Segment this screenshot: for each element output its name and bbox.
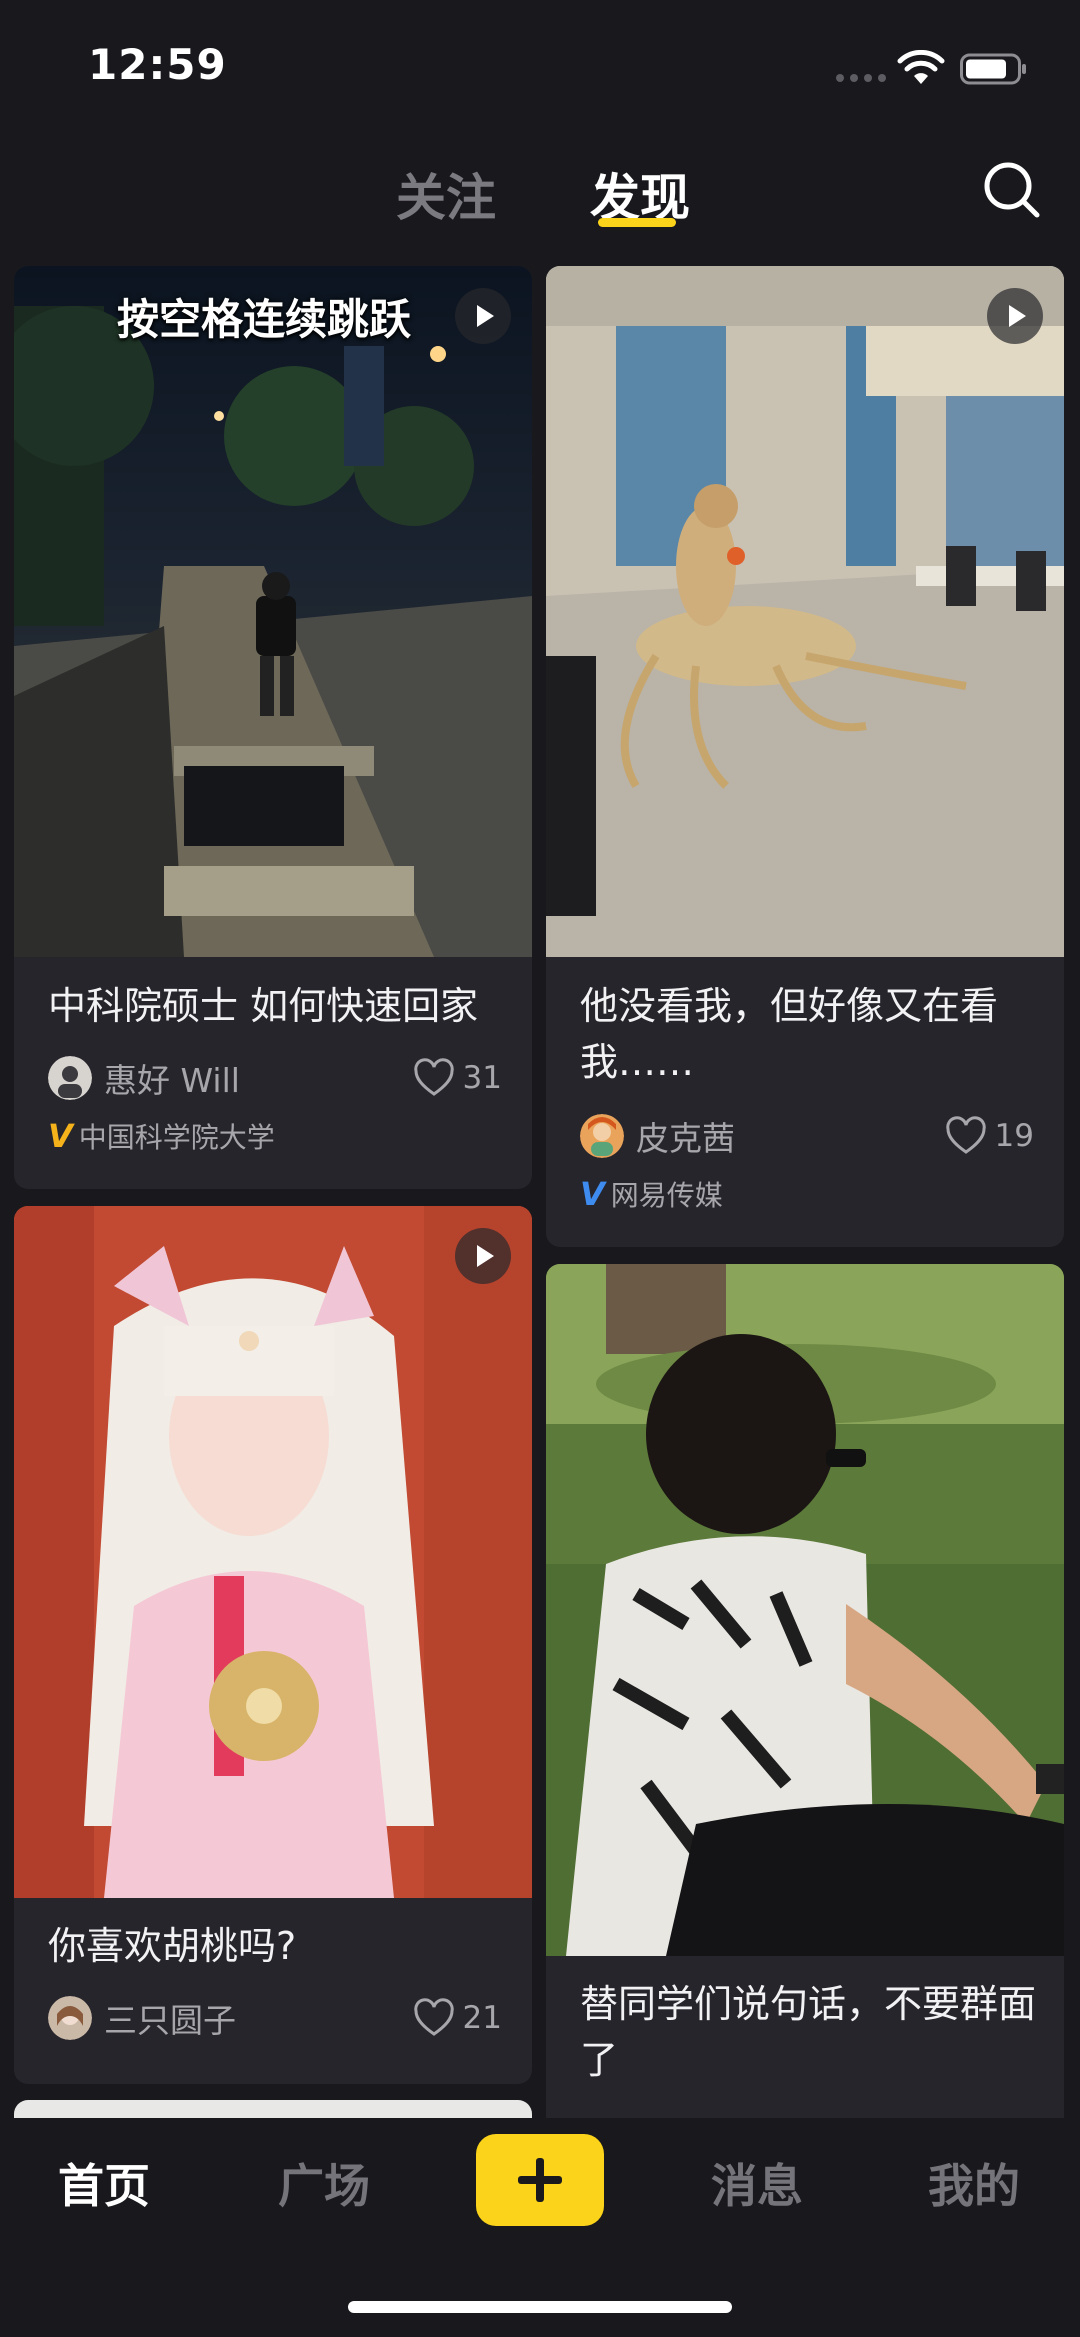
card-title[interactable]: 中科院硕士 如何快速回家 [48, 978, 508, 1034]
verified-org-row: V 网易传媒 [580, 1176, 723, 1212]
play-icon [455, 288, 511, 344]
verified-v-icon: V [580, 1175, 605, 1213]
like-button[interactable]: 31 [413, 1056, 502, 1100]
cosplay-image [14, 1206, 532, 1898]
feed-card[interactable]: 你喜欢胡桃吗? 三只圆子 21 [14, 1206, 532, 2084]
play-icon [455, 1228, 511, 1284]
card-title[interactable]: 替同学们说句话，不要群面了 [580, 1976, 1040, 2088]
nav-mine[interactable]: 我的 [928, 2150, 1020, 2216]
verified-org-name: 中国科学院大学 [78, 1121, 275, 1154]
video-thumbnail[interactable] [546, 266, 1064, 957]
verified-v-icon: V [48, 1117, 73, 1155]
feed-card[interactable]: 替同学们说句话，不要群面了 [546, 1264, 1064, 2164]
top-tabs: 关注 发现 [0, 150, 1080, 240]
heart-icon [945, 1116, 986, 1154]
boy-on-grass-image [546, 1264, 1064, 1956]
feed-card[interactable]: 他没看我，但好像又在看我…… 皮克茜 19 V 网易传媒 [546, 266, 1064, 1247]
nav-home[interactable]: 首页 [58, 2150, 150, 2216]
author-row[interactable]: 皮克茜 [580, 1114, 735, 1158]
verified-org-row: V 中国科学院大学 [48, 1118, 275, 1154]
video-overlay-caption: 按空格连续跳跃 [117, 295, 412, 344]
office-creature-image [546, 266, 1064, 957]
signal-dots-icon [836, 74, 886, 82]
battery-icon [960, 53, 1026, 85]
home-indicator[interactable] [348, 2301, 732, 2313]
card-title[interactable]: 你喜欢胡桃吗? [48, 1918, 508, 1974]
heart-icon [413, 1058, 454, 1096]
play-icon [987, 288, 1043, 344]
nav-messages[interactable]: 消息 [711, 2150, 803, 2216]
avatar[interactable] [48, 1996, 92, 2040]
verified-org-name: 网易传媒 [610, 1179, 723, 1212]
nav-square[interactable]: 广场 [278, 2150, 370, 2216]
author-name[interactable]: 惠好 Will [104, 1054, 240, 1102]
status-bar: 12:59 [0, 0, 1080, 130]
wifi-icon [897, 50, 945, 84]
card-title[interactable]: 他没看我，但好像又在看我…… [580, 978, 1040, 1090]
plus-icon [518, 2158, 562, 2202]
video-thumbnail[interactable]: 按空格连续跳跃 [14, 266, 532, 957]
status-time: 12:59 [88, 40, 227, 89]
author-name[interactable]: 三只圆子 [104, 1994, 236, 2042]
avatar[interactable] [580, 1114, 624, 1158]
tab-follow[interactable]: 关注 [396, 158, 496, 230]
like-button[interactable]: 21 [413, 1996, 502, 2040]
like-button[interactable]: 19 [945, 1114, 1034, 1158]
active-tab-indicator [598, 218, 676, 227]
image-thumbnail[interactable] [546, 1264, 1064, 1956]
heart-icon [413, 1998, 454, 2036]
author-row[interactable]: 三只圆子 [48, 1996, 236, 2040]
author-name[interactable]: 皮克茜 [636, 1112, 735, 1160]
night-street-image [14, 266, 532, 957]
feed-card[interactable]: 按空格连续跳跃 中科院硕士 如何快速回家 惠好 Will 31 V 中国科学院大… [14, 266, 532, 1189]
app-screen: 12:59 关注 发现 按空格连续跳跃 中科院硕士 如何快速回家 惠好 Will… [0, 0, 1080, 2337]
like-count: 21 [462, 2000, 502, 2036]
like-count: 19 [994, 1118, 1034, 1154]
avatar[interactable] [48, 1056, 92, 1100]
author-row[interactable]: 惠好 Will [48, 1056, 240, 1100]
search-icon[interactable] [980, 158, 1044, 222]
like-count: 31 [462, 1060, 502, 1096]
video-thumbnail[interactable] [14, 1206, 532, 1898]
add-post-button[interactable] [476, 2134, 604, 2226]
